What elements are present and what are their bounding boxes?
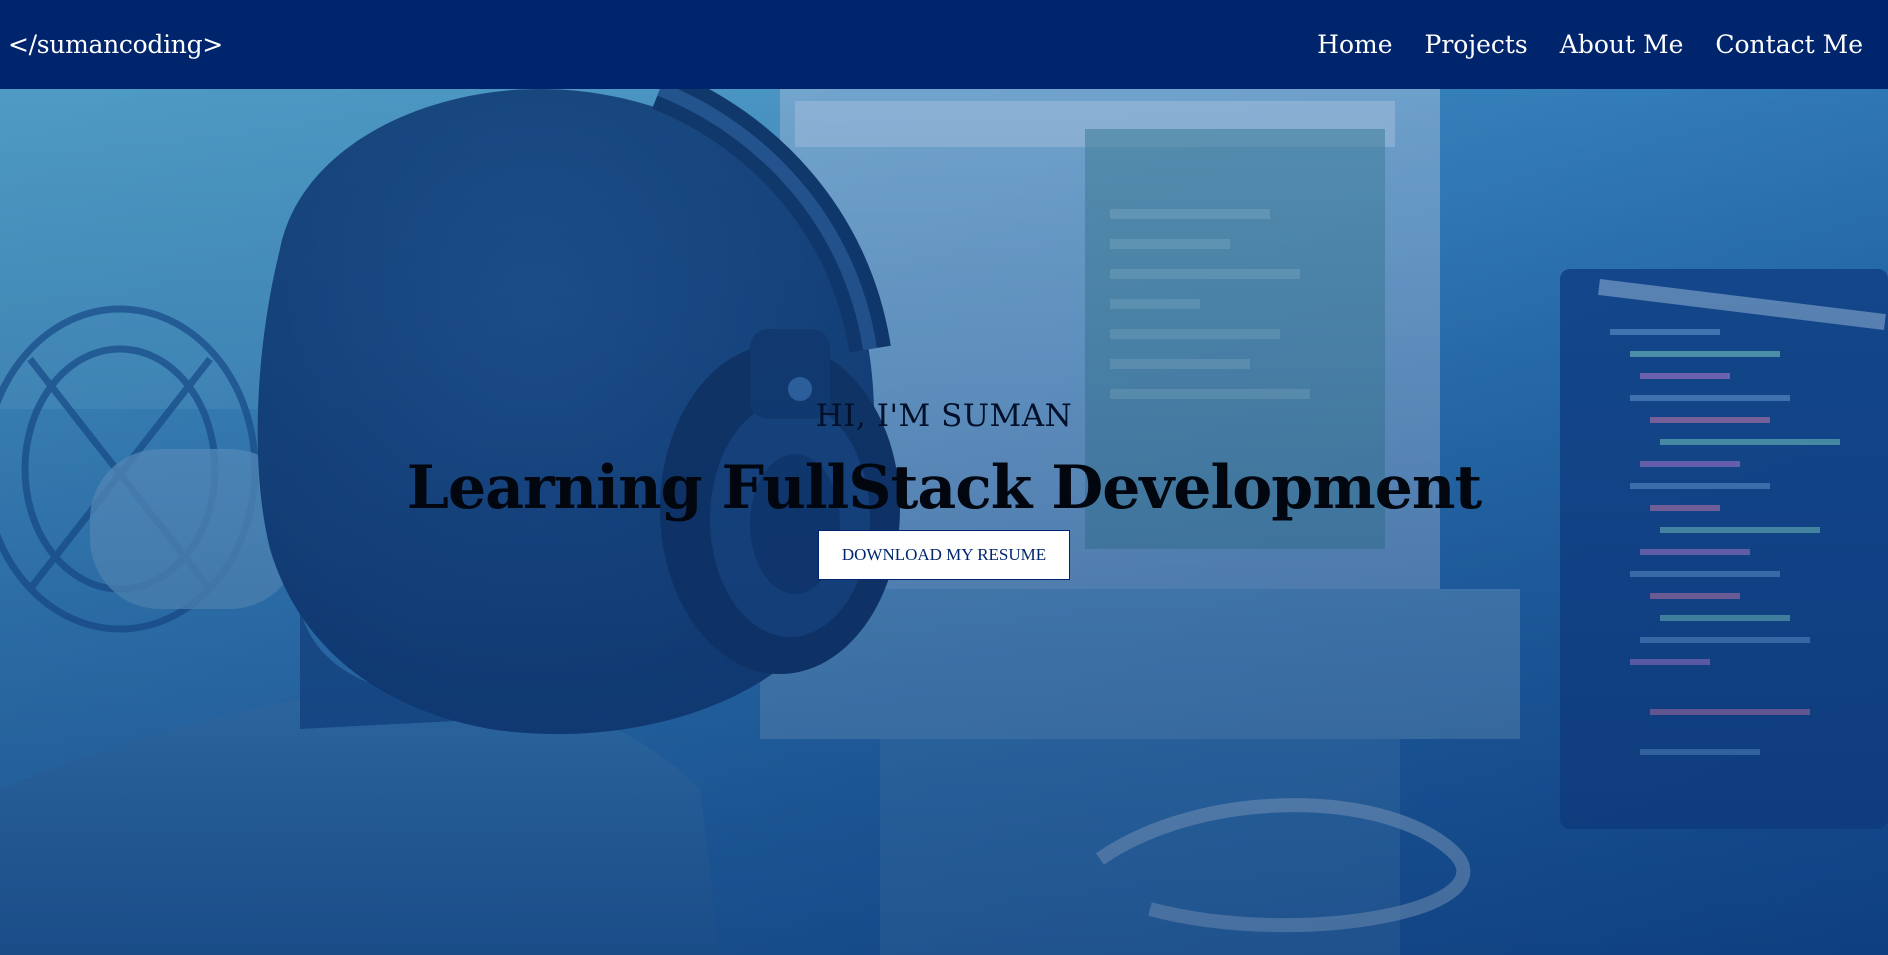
hero-section: HI, I'M SUMAN Learning FullStack Develop… [0,89,1888,955]
hero-title: Learning FullStack Development [406,453,1482,523]
brand-logo[interactable]: </sumancoding> [8,30,223,59]
download-resume-button[interactable]: DOWNLOAD MY RESUME [818,530,1070,580]
nav-link-about-me[interactable]: About Me [1560,30,1684,59]
nav-link-contact-me[interactable]: Contact Me [1715,30,1863,59]
hero-content: HI, I'M SUMAN Learning FullStack Develop… [0,396,1888,580]
nav-link-projects[interactable]: Projects [1425,30,1528,59]
nav-links: Home Projects About Me Contact Me [1317,30,1863,59]
nav-link-home[interactable]: Home [1317,30,1392,59]
hero-greeting: HI, I'M SUMAN [815,398,1073,434]
top-navbar: </sumancoding> Home Projects About Me Co… [0,0,1888,89]
